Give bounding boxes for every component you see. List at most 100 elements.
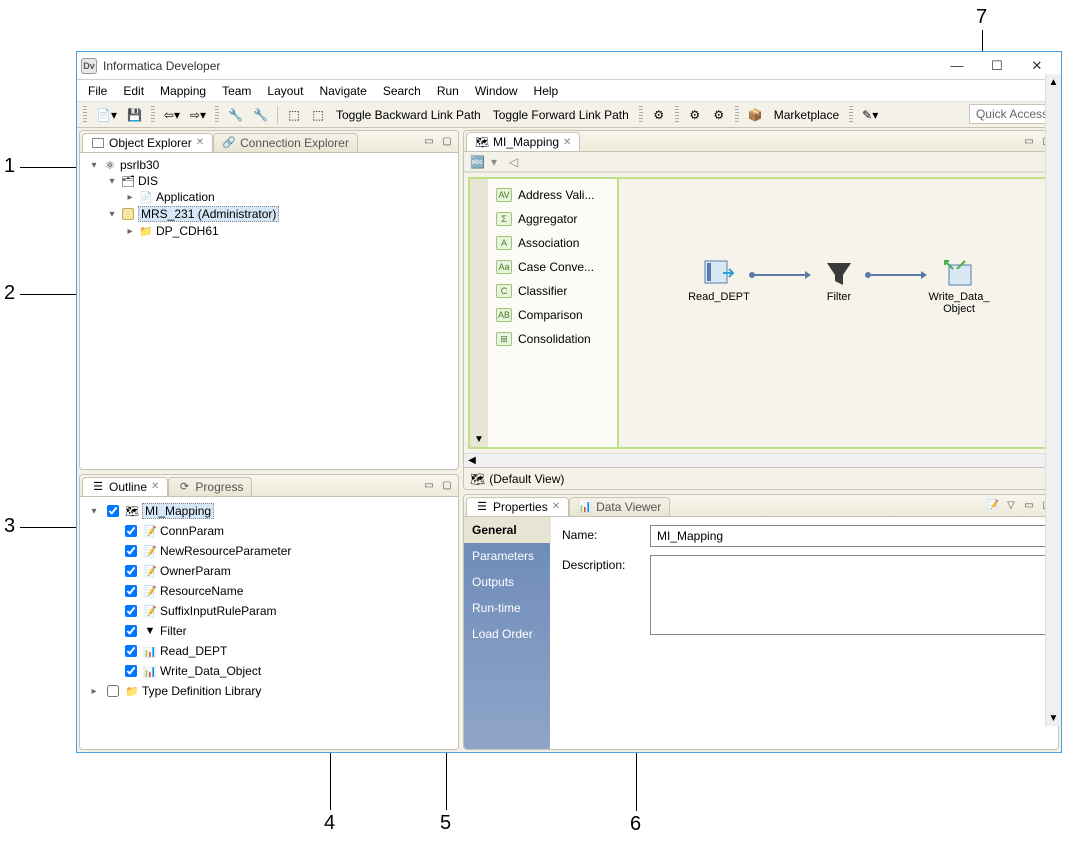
palette-item[interactable]: ΣAggregator	[492, 207, 613, 231]
tab-close-icon[interactable]: ✕	[563, 137, 571, 148]
palette-item[interactable]: AAssociation	[492, 231, 613, 255]
name-field[interactable]	[650, 525, 1046, 547]
view-menu-icon[interactable]: ▽	[1003, 498, 1019, 514]
menu-mapping[interactable]: Mapping	[153, 82, 213, 100]
palette-item[interactable]: AaCase Conve...	[492, 255, 613, 279]
toggle-backward-link-path[interactable]: Toggle Backward Link Path	[332, 108, 485, 122]
tree-node[interactable]: ▾🗂DIS	[106, 173, 454, 189]
link-back-icon[interactable]: ⬚	[284, 105, 304, 125]
outline-checkbox[interactable]	[125, 625, 137, 637]
prop-tab-parameters[interactable]: Parameters	[464, 543, 550, 569]
tool-icon[interactable]: 🔧	[225, 105, 246, 125]
tree-node[interactable]: ▸📁Type Definition Library	[88, 681, 454, 701]
vertical-scrollbar[interactable]: ▲ ▼	[1045, 130, 1059, 490]
tool-icon[interactable]: ⚙	[649, 105, 669, 125]
prop-tab-loadorder[interactable]: Load Order	[464, 621, 550, 647]
menu-file[interactable]: File	[81, 82, 114, 100]
toggle-forward-link-path[interactable]: Toggle Forward Link Path	[489, 108, 633, 122]
tab-mapping-editor[interactable]: 🗺 MI_Mapping ✕	[466, 132, 580, 151]
new-button[interactable]: 📄▾	[93, 105, 120, 125]
menu-team[interactable]: Team	[215, 82, 258, 100]
tree-node[interactable]: 📊Read_DEPT	[106, 641, 454, 661]
tab-object-explorer[interactable]: Object Explorer ✕	[82, 133, 213, 152]
canvas-node-read[interactable]: Read_DEPT	[679, 259, 759, 303]
menu-edit[interactable]: Edit	[116, 82, 151, 100]
menu-navigate[interactable]: Navigate	[312, 82, 373, 100]
view-action-icon[interactable]: 📝	[985, 498, 1001, 514]
outline-checkbox[interactable]	[107, 505, 119, 517]
tool-icon[interactable]: ⚙	[685, 105, 705, 125]
tab-outline[interactable]: ☰ Outline ✕	[82, 477, 168, 496]
marketplace-icon[interactable]: 📦	[745, 105, 766, 125]
maximize-button[interactable]: ☐	[977, 53, 1017, 79]
menu-run[interactable]: Run	[430, 82, 466, 100]
node-label: Application	[156, 190, 215, 204]
tab-data-viewer[interactable]: 📊 Data Viewer	[569, 497, 670, 516]
outline-checkbox[interactable]	[125, 605, 137, 617]
default-view-label[interactable]: (Default View)	[489, 472, 564, 486]
menu-help[interactable]: Help	[527, 82, 566, 100]
horizontal-scrollbar[interactable]: ◀ ▶	[464, 453, 1058, 468]
canvas-node-write[interactable]: Write_Data_ Object	[919, 259, 999, 315]
tree-node[interactable]: ▾MRS_231 (Administrator)	[106, 205, 454, 223]
tool-icon[interactable]: 🔧	[250, 105, 271, 125]
palette-item[interactable]: AVAddress Vali...	[492, 183, 613, 207]
prop-tab-runtime[interactable]: Run-time	[464, 595, 550, 621]
view-minimize-icon[interactable]: ▭	[421, 134, 437, 150]
view-maximize-icon[interactable]: ▢	[439, 134, 455, 150]
tool-icon[interactable]: ✎▾	[859, 105, 881, 125]
tool-icon[interactable]: ⚙	[709, 105, 729, 125]
quick-access[interactable]: Quick Access	[969, 104, 1055, 124]
palette-item[interactable]: ABComparison	[492, 303, 613, 327]
link-fwd-icon[interactable]: ⬚	[308, 105, 328, 125]
outline-checkbox[interactable]	[125, 665, 137, 677]
tree-node[interactable]: 📝OwnerParam	[106, 561, 454, 581]
tree-node[interactable]: 📊Write_Data_Object	[106, 661, 454, 681]
save-button[interactable]: 💾	[124, 105, 145, 125]
view-minimize-icon[interactable]: ▭	[1021, 133, 1037, 149]
minimize-button[interactable]: —	[937, 53, 977, 79]
properties-tabs: General Parameters Outputs Run-time Load…	[464, 517, 550, 749]
forward-button[interactable]: ⇨▾	[187, 105, 209, 125]
tree-node[interactable]: ▾⚛psrlb30	[88, 157, 454, 173]
tree-node[interactable]: 📝ConnParam	[106, 521, 454, 541]
outline-checkbox[interactable]	[125, 545, 137, 557]
palette-scroll-down-icon[interactable]: ▼	[472, 432, 486, 447]
view-header: Object Explorer ✕ 🔗 Connection Explorer …	[80, 131, 458, 153]
outline-checkbox[interactable]	[125, 645, 137, 657]
outline-checkbox[interactable]	[125, 585, 137, 597]
tab-close-icon[interactable]: ✕	[196, 137, 204, 148]
tree-node[interactable]: 📝NewResourceParameter	[106, 541, 454, 561]
tab-close-icon[interactable]: ✕	[151, 481, 159, 492]
description-field[interactable]	[650, 555, 1046, 635]
prop-tab-outputs[interactable]: Outputs	[464, 569, 550, 595]
view-minimize-icon[interactable]: ▭	[1021, 498, 1037, 514]
tab-connection-explorer[interactable]: 🔗 Connection Explorer	[213, 133, 358, 152]
palette-item[interactable]: ⊞Consolidation	[492, 327, 613, 351]
palette-toggle-icon[interactable]: 🔤	[470, 155, 485, 169]
outline-checkbox[interactable]	[125, 525, 137, 537]
tree-node[interactable]: ▸📁DP_CDH61	[124, 223, 454, 239]
tree-node[interactable]: ▸📄Application	[124, 189, 454, 205]
tab-close-icon[interactable]: ✕	[552, 501, 560, 512]
tab-properties[interactable]: ☰ Properties ✕	[466, 497, 569, 516]
outline-checkbox[interactable]	[107, 685, 119, 697]
tree-node[interactable]: 📝SuffixInputRuleParam	[106, 601, 454, 621]
menu-layout[interactable]: Layout	[260, 82, 310, 100]
scroll-left-icon[interactable]: ◀	[464, 454, 480, 468]
tree-node[interactable]: 📝ResourceName	[106, 581, 454, 601]
tree-node[interactable]: ▼Filter	[106, 621, 454, 641]
mapping-canvas[interactable]: Read_DEPT Filter	[618, 177, 1054, 449]
palette-item[interactable]: CClassifier	[492, 279, 613, 303]
tree-node[interactable]: ▾🗺MI_Mapping	[88, 501, 454, 521]
marketplace-button[interactable]: Marketplace	[770, 108, 843, 122]
view-minimize-icon[interactable]: ▭	[421, 478, 437, 494]
canvas-node-filter[interactable]: Filter	[799, 259, 879, 303]
menu-window[interactable]: Window	[468, 82, 525, 100]
tab-progress[interactable]: ⟳ Progress	[168, 477, 252, 496]
menu-search[interactable]: Search	[376, 82, 428, 100]
view-maximize-icon[interactable]: ▢	[439, 478, 455, 494]
prop-tab-general[interactable]: General	[464, 517, 551, 543]
outline-checkbox[interactable]	[125, 565, 137, 577]
back-button[interactable]: ⇦▾	[161, 105, 183, 125]
